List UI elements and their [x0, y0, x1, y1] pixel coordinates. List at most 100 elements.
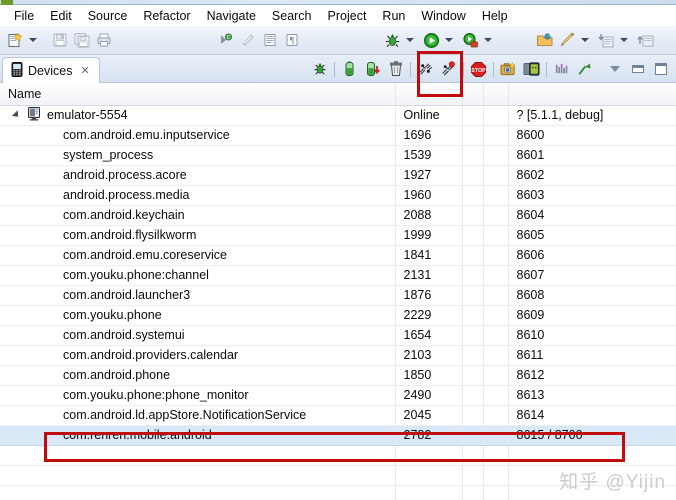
- device-status-cell: Online: [395, 105, 463, 126]
- table-row-device[interactable]: emulator-5554 Online ? [5.1.1, debug]: [0, 105, 676, 126]
- process-pid-cell: 2045: [395, 405, 463, 426]
- process-pid-cell: 1696: [395, 125, 463, 146]
- reset-adb-icon[interactable]: [573, 58, 596, 81]
- maximize-icon[interactable]: [649, 58, 672, 81]
- new-android-project-icon[interactable]: [556, 29, 578, 51]
- eclipse-icon: [1, 0, 13, 5]
- process-name-cell: com.android.ld.appStore.NotificationServ…: [0, 405, 396, 426]
- table-row[interactable]: android.process.media 1960 8603: [0, 185, 676, 206]
- process-col4-cell: [483, 245, 509, 266]
- devices-table: Name emulator-5554 Online ? [5.1.1, debug]…: [0, 83, 676, 500]
- column-header-pid[interactable]: [395, 83, 463, 106]
- empty-cell: [483, 485, 509, 500]
- start-method-profiling-icon[interactable]: [437, 58, 460, 81]
- process-name-cell: com.android.keychain: [0, 205, 396, 226]
- column-header-col4[interactable]: [483, 83, 509, 106]
- main-toolbar: C ¶: [0, 26, 676, 55]
- table-row[interactable]: com.android.flysilkworm 1999 8605: [0, 225, 676, 246]
- menu-search[interactable]: Search: [264, 7, 320, 26]
- column-header-col3[interactable]: [462, 83, 484, 106]
- debug-icon[interactable]: [381, 29, 403, 51]
- screen-capture-icon[interactable]: [497, 58, 520, 81]
- debug-dropdown-caret[interactable]: [403, 29, 416, 51]
- menu-help[interactable]: Help: [474, 7, 516, 26]
- close-icon[interactable]: ✕: [80, 64, 89, 77]
- external-tools-icon[interactable]: [459, 29, 481, 51]
- device-phone-icon: [11, 61, 23, 80]
- svg-text:¶: ¶: [290, 36, 294, 46]
- empty-cell: [0, 485, 396, 500]
- table-row[interactable]: system_process 1539 8601: [0, 145, 676, 166]
- new-wizard-icon[interactable]: [4, 29, 26, 51]
- show-whitespace-icon[interactable]: [259, 29, 281, 51]
- stop-process-icon[interactable]: STOP: [467, 58, 490, 81]
- table-row[interactable]: android.process.acore 1927 8602: [0, 165, 676, 186]
- print-icon[interactable]: [93, 29, 115, 51]
- menu-navigate[interactable]: Navigate: [199, 7, 264, 26]
- empty-cell: [462, 465, 484, 486]
- devices-table-wrapper[interactable]: Name emulator-5554 Online ? [5.1.1, debug]…: [0, 83, 676, 500]
- devices-table-body: emulator-5554 Online? [5.1.1, debug] com.a…: [0, 105, 676, 500]
- systrace-icon[interactable]: [550, 58, 573, 81]
- run-icon[interactable]: [420, 29, 442, 51]
- dump-view-hierarchy-icon[interactable]: [520, 58, 543, 81]
- process-name-cell: com.renren.mobile.android: [0, 425, 396, 446]
- new-dropdown-caret[interactable]: [26, 29, 39, 51]
- menu-source[interactable]: Source: [80, 7, 136, 26]
- update-threads-icon[interactable]: [414, 58, 437, 81]
- skip-all-breakpoints-icon[interactable]: [237, 29, 259, 51]
- next-edit-location-icon[interactable]: [634, 29, 656, 51]
- process-name-cell: com.youku.phone:phone_monitor: [0, 385, 396, 406]
- process-pid-cell: 1850: [395, 365, 463, 386]
- external-tools-caret[interactable]: [481, 29, 494, 51]
- table-row[interactable]: com.android.providers.calendar 2103 8611: [0, 345, 676, 366]
- column-header-port[interactable]: [508, 83, 676, 106]
- table-row-selected[interactable]: com.renren.mobile.android 2782 8615 / 8700: [0, 425, 676, 446]
- process-pid-cell: 1999: [395, 225, 463, 246]
- block-selection-icon[interactable]: ¶: [281, 29, 303, 51]
- minimize-icon[interactable]: [626, 58, 649, 81]
- table-row[interactable]: com.youku.phone 2229 8609: [0, 305, 676, 326]
- tab-devices[interactable]: Devices ✕: [2, 57, 100, 83]
- process-col4-cell: [483, 145, 509, 166]
- update-heap-icon[interactable]: [338, 58, 361, 81]
- debug-process-icon[interactable]: [308, 58, 331, 81]
- menu-window[interactable]: Window: [413, 7, 473, 26]
- device-name-cell: emulator-5554: [0, 105, 396, 126]
- column-header-name[interactable]: Name: [0, 83, 396, 106]
- device-icon: [27, 106, 41, 124]
- tree-collapse-icon[interactable]: [11, 110, 22, 120]
- dump-hprof-file-icon[interactable]: [361, 58, 384, 81]
- menu-file[interactable]: File: [6, 7, 42, 26]
- table-row[interactable]: com.android.phone 1850 8612: [0, 365, 676, 386]
- save-all-icon[interactable]: [71, 29, 93, 51]
- process-col3-cell: [462, 165, 484, 186]
- process-col4-cell: [483, 265, 509, 286]
- open-type-icon[interactable]: [534, 29, 556, 51]
- view-menu-icon[interactable]: [603, 58, 626, 81]
- cause-gc-icon[interactable]: [384, 58, 407, 81]
- empty-cell: [462, 445, 484, 466]
- previous-annotation-caret[interactable]: [617, 29, 630, 51]
- run-dropdown-caret[interactable]: [442, 29, 455, 51]
- table-row[interactable]: com.android.systemui 1654 8610: [0, 325, 676, 346]
- empty-cell: [508, 465, 676, 486]
- menu-run[interactable]: Run: [374, 7, 413, 26]
- table-row[interactable]: com.youku.phone:channel 2131 8607: [0, 265, 676, 286]
- save-icon[interactable]: [49, 29, 71, 51]
- menu-project[interactable]: Project: [320, 7, 375, 26]
- table-row[interactable]: com.android.emu.coreservice 1841 8606: [0, 245, 676, 266]
- menu-edit[interactable]: Edit: [42, 7, 80, 26]
- previous-annotation-icon[interactable]: [595, 29, 617, 51]
- menu-refactor[interactable]: Refactor: [135, 7, 198, 26]
- table-row[interactable]: com.android.keychain 2088 8604: [0, 205, 676, 226]
- new-android-caret[interactable]: [578, 29, 591, 51]
- table-row[interactable]: com.android.emu.inputservice 1696 8600: [0, 125, 676, 146]
- process-name-cell: android.process.media: [0, 185, 396, 206]
- table-row[interactable]: com.android.launcher3 1876 8608: [0, 285, 676, 306]
- menu-bar: File Edit Source Refactor Navigate Searc…: [0, 6, 676, 26]
- device-info-cell: ? [5.1.1, debug]: [508, 105, 676, 126]
- toggle-mark-occurrences-icon[interactable]: C: [215, 29, 237, 51]
- table-row[interactable]: com.android.ld.appStore.NotificationServ…: [0, 405, 676, 426]
- table-row[interactable]: com.youku.phone:phone_monitor 2490 8613: [0, 385, 676, 406]
